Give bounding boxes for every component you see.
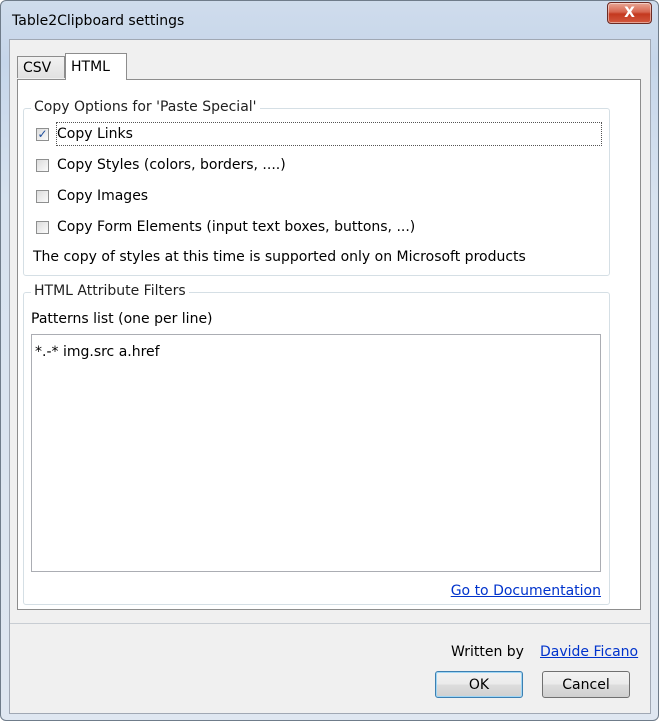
dialog-client-area: CSV HTML Copy Options for 'Paste Special… — [9, 39, 651, 714]
copy-styles-option[interactable]: Copy Styles (colors, borders, ....) — [36, 154, 286, 176]
copy-form-elements-checkbox[interactable] — [36, 220, 49, 234]
settings-dialog: Table2Clipboard settings X CSV HTML Copy… — [0, 0, 659, 721]
tab-html[interactable]: HTML — [65, 53, 127, 80]
copy-form-elements-option[interactable]: Copy Form Elements (input text boxes, bu… — [36, 216, 415, 238]
attribute-filters-group: HTML Attribute Filters Patterns list (on… — [23, 283, 610, 605]
tab-html-label: HTML — [71, 59, 110, 75]
html-tab-panel: Copy Options for 'Paste Special' ✓ Copy … — [17, 79, 641, 610]
title-bar: Table2Clipboard settings X — [1, 1, 658, 39]
copy-images-option[interactable]: Copy Images — [36, 185, 148, 207]
cancel-button-label: Cancel — [562, 676, 610, 693]
copy-images-label: Copy Images — [57, 188, 149, 204]
styles-support-note: The copy of styles at this time is suppo… — [33, 249, 526, 265]
copy-options-legend: Copy Options for 'Paste Special' — [31, 99, 260, 115]
copy-options-group: Copy Options for 'Paste Special' ✓ Copy … — [23, 99, 610, 276]
ok-button-label: OK — [468, 676, 490, 693]
copy-links-option[interactable]: ✓ Copy Links — [36, 123, 133, 145]
footer-separator — [10, 623, 650, 624]
copy-links-label: Copy Links — [57, 126, 133, 142]
documentation-link[interactable]: Go to Documentation — [451, 583, 601, 599]
cancel-button[interactable]: Cancel — [542, 671, 630, 698]
window-title: Table2Clipboard settings — [12, 13, 185, 29]
close-icon: X — [624, 5, 635, 21]
copy-form-elements-label: Copy Form Elements (input text boxes, bu… — [57, 219, 416, 235]
tab-csv-label: CSV — [23, 59, 52, 76]
checkmark-icon: ✓ — [37, 127, 48, 141]
copy-styles-label: Copy Styles (colors, borders, ....) — [57, 157, 286, 173]
copy-images-checkbox[interactable] — [36, 189, 49, 203]
copy-styles-checkbox[interactable] — [36, 158, 49, 172]
patterns-value: *.-* img.src a.href — [35, 344, 160, 360]
ok-button[interactable]: OK — [435, 671, 523, 698]
patterns-list-label: Patterns list (one per line) — [31, 311, 213, 327]
author-link[interactable]: Davide Ficano — [540, 644, 638, 660]
copy-links-checkbox[interactable]: ✓ — [36, 127, 49, 141]
focus-rectangle — [56, 122, 602, 146]
close-button[interactable]: X — [607, 2, 652, 24]
patterns-textarea[interactable]: *.-* img.src a.href — [31, 334, 601, 572]
written-by-label: Written by — [451, 644, 524, 660]
tab-csv[interactable]: CSV — [17, 56, 65, 78]
attribute-filters-legend: HTML Attribute Filters — [31, 283, 189, 299]
